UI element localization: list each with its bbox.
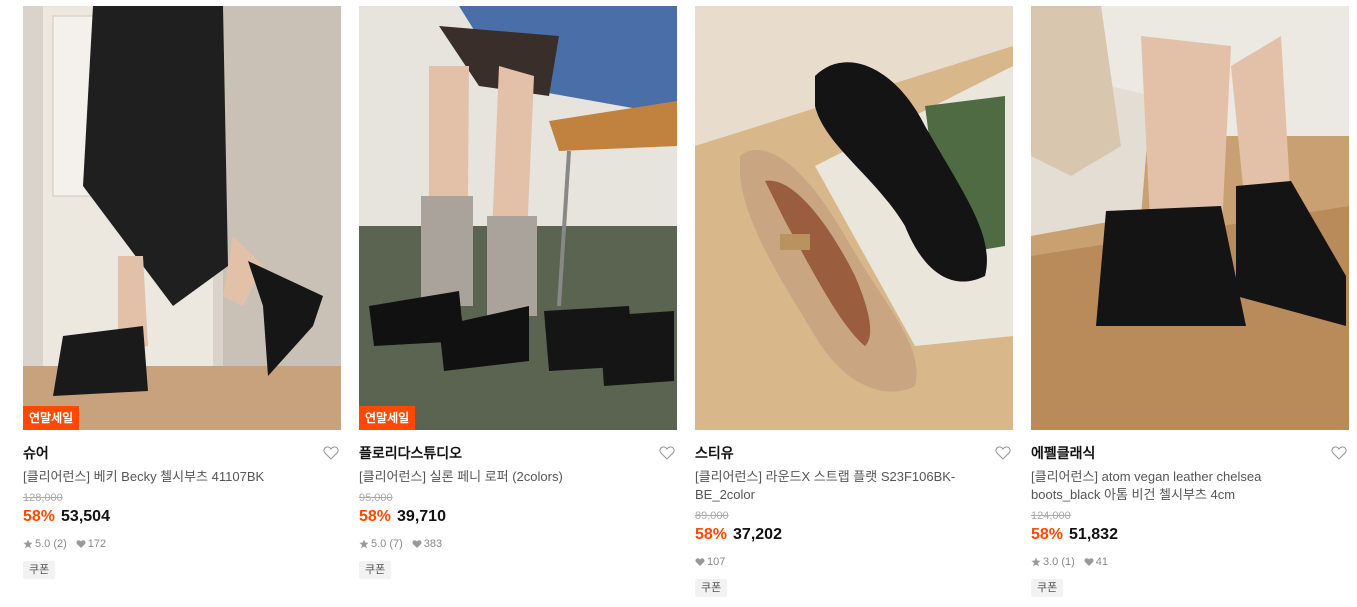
heart-small-icon xyxy=(76,540,86,548)
like-count: 383 xyxy=(423,538,443,550)
sale-price: 53,504 xyxy=(61,508,110,525)
sale-badge: 연말세일 xyxy=(359,406,416,430)
rating: 5.0 (2) xyxy=(35,538,67,550)
product-card[interactable]: 에펠클래식 [클리어런스] atom vegan leather chelsea… xyxy=(1031,6,1349,597)
product-image[interactable]: 연말세일 xyxy=(359,6,677,430)
discount-rate: 58% xyxy=(695,526,728,543)
coupon-badge: 쿠폰 xyxy=(23,561,56,579)
heart-small-icon xyxy=(412,540,422,548)
product-title[interactable]: [클리어런스] 라운드X 스트랩 플랫 S23F106BK-BE_2color xyxy=(695,468,1013,504)
star-icon xyxy=(23,539,33,549)
sale-price: 39,710 xyxy=(397,508,446,525)
product-photo-chelsea-boots xyxy=(1031,6,1349,430)
original-price: 128,000 xyxy=(23,492,63,504)
heart-small-icon xyxy=(695,558,705,566)
sale-badge: 연말세일 xyxy=(23,406,80,430)
coupon-badge: 쿠폰 xyxy=(695,579,728,597)
heart-icon[interactable] xyxy=(1331,445,1347,461)
sale-price: 37,202 xyxy=(733,526,782,543)
like-count: 172 xyxy=(87,538,107,550)
product-card[interactable]: 스티유 [클리어런스] 라운드X 스트랩 플랫 S23F106BK-BE_2co… xyxy=(695,6,1013,597)
product-image[interactable] xyxy=(695,6,1013,430)
brand-name[interactable]: 에펠클래식 xyxy=(1031,444,1349,462)
like-count: 41 xyxy=(1095,556,1109,568)
product-image[interactable] xyxy=(1031,6,1349,430)
rating: 5.0 (7) xyxy=(371,538,403,550)
coupon-badge: 쿠폰 xyxy=(359,561,392,579)
product-title[interactable]: [클리어런스] 실론 페니 로퍼 (2colors) xyxy=(359,468,677,486)
brand-name[interactable]: 스티유 xyxy=(695,444,1013,462)
heart-small-icon xyxy=(1084,558,1094,566)
discount-rate: 58% xyxy=(23,508,56,525)
product-card[interactable]: 연말세일 슈어 [클리어런스] 베키 Becky 첼시부츠 41107BK 12… xyxy=(23,6,341,579)
product-photo-loafers xyxy=(359,6,677,430)
heart-icon[interactable] xyxy=(323,445,339,461)
product-title[interactable]: [클리어런스] atom vegan leather chelsea boots… xyxy=(1031,468,1349,504)
heart-icon[interactable] xyxy=(659,445,675,461)
brand-name[interactable]: 플로리다스튜디오 xyxy=(359,444,677,462)
star-icon xyxy=(359,539,369,549)
star-icon xyxy=(1031,557,1041,567)
coupon-badge: 쿠폰 xyxy=(1031,579,1064,597)
brand-name[interactable]: 슈어 xyxy=(23,444,341,462)
product-title[interactable]: [클리어런스] 베키 Becky 첼시부츠 41107BK xyxy=(23,468,341,486)
original-price: 95,000 xyxy=(359,492,393,504)
product-card[interactable]: 연말세일 플로리다스튜디오 [클리어런스] 실론 페니 로퍼 (2colors)… xyxy=(359,6,677,579)
rating: 3.0 (1) xyxy=(1043,556,1075,568)
discount-rate: 58% xyxy=(359,508,392,525)
sale-price: 51,832 xyxy=(1069,526,1118,543)
discount-rate: 58% xyxy=(1031,526,1064,543)
heart-icon[interactable] xyxy=(995,445,1011,461)
product-photo-flats xyxy=(695,6,1013,430)
product-image[interactable]: 연말세일 xyxy=(23,6,341,430)
like-count: 107 xyxy=(707,556,726,568)
product-photo-boots xyxy=(23,6,341,430)
original-price: 89,000 xyxy=(695,510,729,522)
original-price: 124,000 xyxy=(1031,510,1071,522)
